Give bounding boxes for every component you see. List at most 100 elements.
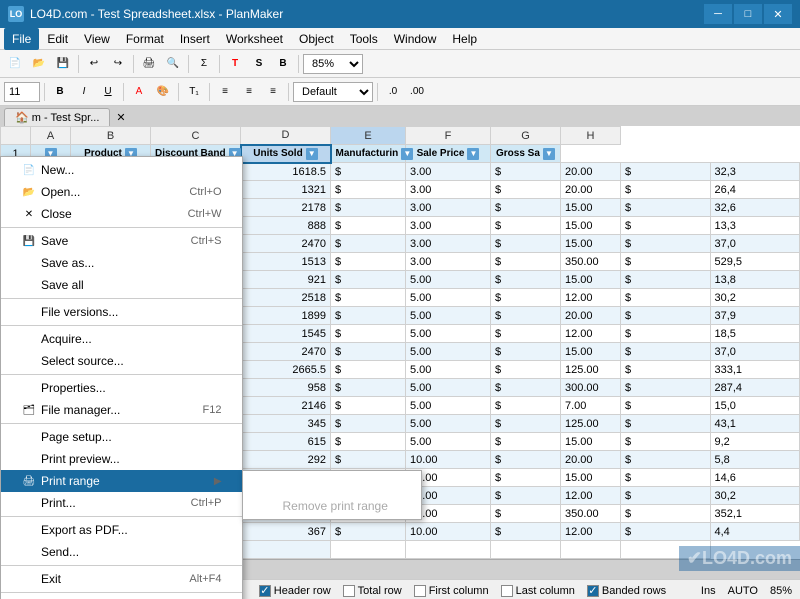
cell-r3-c4[interactable]: $ [331, 181, 406, 199]
menu-properties[interactable]: Properties... [1, 377, 242, 399]
cell-r2-c3[interactable]: 1618.5 [241, 163, 331, 181]
cell-r16-c4[interactable]: $ [331, 415, 406, 433]
bold-s[interactable]: S [248, 53, 270, 75]
cell-r15-c4[interactable]: $ [331, 397, 406, 415]
cell-r3-c8[interactable]: $ [621, 181, 711, 199]
cell-r6-c8[interactable]: $ [621, 235, 711, 253]
cell-r18-c5[interactable]: 10.00 [406, 451, 491, 469]
filter-h[interactable]: Gross Sa ▼ [491, 145, 561, 163]
menu-select-source[interactable]: Select source... [1, 350, 242, 372]
cell-r7-c9[interactable]: 529,5 [710, 253, 800, 271]
col-a[interactable]: A [31, 127, 71, 145]
cell-r17-c4[interactable]: $ [331, 433, 406, 451]
cell-r6-c3[interactable]: 2470 [241, 235, 331, 253]
cell-r21-c6[interactable]: $ [491, 505, 561, 523]
cell-r4-c5[interactable]: 3.00 [406, 199, 491, 217]
menu-open[interactable]: 📂Open... Ctrl+O [1, 181, 242, 203]
menu-exit[interactable]: Exit Alt+F4 [1, 568, 242, 590]
cell-r12-c6[interactable]: $ [491, 343, 561, 361]
zoom-combo[interactable]: 85% [303, 54, 363, 74]
cell-r7-c5[interactable]: 3.00 [406, 253, 491, 271]
header-row-checkbox[interactable]: ✓ [259, 585, 271, 597]
cell-r8-c5[interactable]: 5.00 [406, 271, 491, 289]
menu-save-all[interactable]: Save all [1, 274, 242, 296]
close-tab[interactable]: ✕ [114, 109, 127, 126]
menu-new[interactable]: 📄New... [1, 159, 242, 181]
cell-r18-c7[interactable]: 20.00 [561, 451, 621, 469]
dec-decimal[interactable]: .0 [382, 81, 404, 103]
menu-close[interactable]: ✕Close Ctrl+W [1, 203, 242, 225]
cell-r2-c8[interactable]: $ [621, 163, 711, 181]
cell-r18-c9[interactable]: 5,8 [710, 451, 800, 469]
italic-button[interactable]: I [73, 81, 95, 103]
cell-r23-c5[interactable] [406, 541, 491, 559]
cell-r16-c9[interactable]: 43,1 [710, 415, 800, 433]
submenu-define-print-range[interactable]: Define print range [243, 473, 421, 495]
cell-r5-c9[interactable]: 13,3 [710, 217, 800, 235]
bold-button[interactable]: B [49, 81, 71, 103]
cell-r23-c7[interactable] [561, 541, 621, 559]
cell-r17-c8[interactable]: $ [621, 433, 711, 451]
status-last-column[interactable]: Last column [501, 585, 575, 597]
cell-r16-c3[interactable]: 345 [241, 415, 331, 433]
cell-r4-c4[interactable]: $ [331, 199, 406, 217]
cell-r18-c8[interactable]: $ [621, 451, 711, 469]
cell-r7-c6[interactable]: $ [491, 253, 561, 271]
cell-r22-c6[interactable]: $ [491, 523, 561, 541]
cell-r15-c8[interactable]: $ [621, 397, 711, 415]
cell-r11-c6[interactable]: $ [491, 325, 561, 343]
cell-r10-c9[interactable]: 37,9 [710, 307, 800, 325]
cell-r23-c3[interactable] [241, 541, 331, 559]
cell-r10-c6[interactable]: $ [491, 307, 561, 325]
cell-r23-c4[interactable] [331, 541, 406, 559]
bold-b[interactable]: B [272, 53, 294, 75]
cell-r7-c4[interactable]: $ [331, 253, 406, 271]
cell-r20-c9[interactable]: 30,2 [710, 487, 800, 505]
cell-r19-c6[interactable]: $ [491, 469, 561, 487]
cell-r5-c5[interactable]: 3.00 [406, 217, 491, 235]
cell-r3-c7[interactable]: 20.00 [561, 181, 621, 199]
cell-r4-c8[interactable]: $ [621, 199, 711, 217]
cell-r2-c9[interactable]: 32,3 [710, 163, 800, 181]
cell-r15-c6[interactable]: $ [491, 397, 561, 415]
cell-r14-c8[interactable]: $ [621, 379, 711, 397]
cell-r13-c6[interactable]: $ [491, 361, 561, 379]
cell-r15-c5[interactable]: 5.00 [406, 397, 491, 415]
cell-r20-c6[interactable]: $ [491, 487, 561, 505]
cell-r13-c3[interactable]: 2665.5 [241, 361, 331, 379]
menu-file-versions[interactable]: File versions... [1, 301, 242, 323]
cell-r10-c8[interactable]: $ [621, 307, 711, 325]
menu-item-object[interactable]: Object [291, 28, 342, 50]
col-d[interactable]: D [241, 127, 331, 145]
cell-r22-c5[interactable]: 10.00 [406, 523, 491, 541]
cell-r4-c9[interactable]: 32,6 [710, 199, 800, 217]
first-column-checkbox[interactable] [414, 585, 426, 597]
cell-r12-c7[interactable]: 15.00 [561, 343, 621, 361]
underline-button[interactable]: U [97, 81, 119, 103]
cell-r6-c7[interactable]: 15.00 [561, 235, 621, 253]
redo-button[interactable]: ↪ [107, 53, 129, 75]
menu-item-format[interactable]: Format [118, 28, 172, 50]
cell-r2-c4[interactable]: $ [331, 163, 406, 181]
cell-r7-c7[interactable]: 350.00 [561, 253, 621, 271]
cell-r14-c6[interactable]: $ [491, 379, 561, 397]
cell-r7-c3[interactable]: 1513 [241, 253, 331, 271]
cell-r14-c9[interactable]: 287,4 [710, 379, 800, 397]
cell-r2-c6[interactable]: $ [491, 163, 561, 181]
cell-r9-c8[interactable]: $ [621, 289, 711, 307]
sum-button[interactable]: Σ [193, 53, 215, 75]
cell-r11-c7[interactable]: 12.00 [561, 325, 621, 343]
cell-r13-c9[interactable]: 333,1 [710, 361, 800, 379]
cell-r11-c5[interactable]: 5.00 [406, 325, 491, 343]
cell-r18-c3[interactable]: 292 [241, 451, 331, 469]
inc-decimal[interactable]: .00 [406, 81, 428, 103]
menu-send[interactable]: Send... [1, 541, 242, 563]
cell-r16-c6[interactable]: $ [491, 415, 561, 433]
status-banded-rows[interactable]: ✓ Banded rows [587, 585, 666, 597]
filter-g[interactable]: Sale Price ▼ [406, 145, 491, 163]
undo-button[interactable]: ↩ [83, 53, 105, 75]
submenu-remove-print-range[interactable]: Remove print range [243, 495, 421, 517]
cell-r9-c7[interactable]: 12.00 [561, 289, 621, 307]
cell-r6-c4[interactable]: $ [331, 235, 406, 253]
cell-r3-c6[interactable]: $ [491, 181, 561, 199]
